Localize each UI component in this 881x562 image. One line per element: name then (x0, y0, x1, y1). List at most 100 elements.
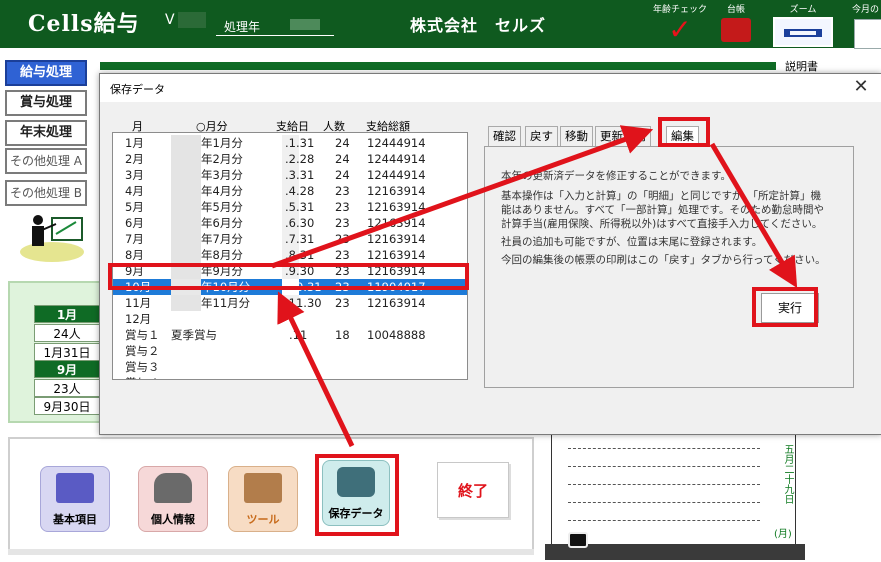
summary-month-1: 1月 (34, 305, 100, 323)
note-line (568, 448, 760, 449)
list-item[interactable]: 賞与４ (113, 375, 467, 379)
list-item[interactable]: 11月 年11月分 .11.30 23 12163914 (113, 295, 467, 311)
list-pay-date: .2.28 (285, 152, 315, 166)
weekday-label: (月) (774, 529, 792, 540)
list-item[interactable]: 3月 年3月分 .3.31 24 12444914 (113, 167, 467, 183)
tools-button[interactable]: ツール (228, 466, 298, 532)
list-item[interactable]: 賞与１ 夏季賞与 .11 18 10048888 (113, 327, 467, 343)
list-total: 12163914 (367, 200, 426, 214)
highlight-edit-tab (658, 117, 710, 147)
list-total: 12163914 (367, 216, 426, 230)
year-redacted (171, 135, 201, 151)
sidebar-other-processing-a[interactable]: その他処理 A (5, 148, 87, 174)
personal-info-button[interactable]: 個人情報 (138, 466, 208, 532)
list-item[interactable]: 賞与２ (113, 343, 467, 359)
month-summary-panel: 1月 24人 1月31日 9月 23人 9月30日 (8, 281, 102, 423)
list-item[interactable]: 6月 年6月分 .6.30 23 12163914 (113, 215, 467, 231)
sidebar-year-end-processing[interactable]: 年末処理 (5, 120, 87, 146)
list-month: 賞与３ (125, 360, 160, 374)
sidebar-bonus-processing[interactable]: 賞与処理 (5, 90, 87, 116)
highlight-run-button (752, 287, 818, 327)
list-pay-date: .11 (289, 328, 308, 342)
dialog-titlebar: 保存データ ✕ (100, 74, 881, 102)
close-icon[interactable]: ✕ (849, 76, 873, 98)
list-item[interactable]: 12月 (113, 311, 467, 327)
processing-year-redacted (290, 19, 320, 30)
list-period: 年8月分 (201, 248, 243, 262)
edit-desc-1: 本年の更新済データを修正することができます。 (501, 170, 731, 182)
list-period: 年6月分 (201, 216, 243, 230)
list-people: 23 (335, 232, 350, 246)
list-period: 年11月分 (201, 296, 251, 310)
age-check-button[interactable]: 年齢チェック ✓ (650, 2, 710, 45)
summary-people-1: 24人 (34, 324, 100, 342)
highlight-saved-data (315, 454, 399, 536)
sidebar-other-processing-b[interactable]: その他処理 B (5, 180, 87, 206)
list-item[interactable]: 4月 年4月分 .4.28 23 12163914 (113, 183, 467, 199)
tab-move[interactable]: 移動 (560, 126, 593, 146)
list-people: 24 (335, 152, 350, 166)
list-month: 8月 (125, 248, 144, 262)
list-pay-date: .4.28 (285, 184, 315, 198)
list-pay-date: .6.30 (285, 216, 315, 230)
highlight-selected-row (108, 263, 469, 290)
year-redacted (171, 215, 201, 231)
year-redacted (171, 183, 201, 199)
list-people: 23 (335, 296, 350, 310)
calendar-icon (854, 19, 881, 49)
end-button[interactable]: 終了 (437, 462, 509, 518)
list-total: 12163914 (367, 248, 426, 262)
edit-tab-panel: 本年の更新済データを修正することができます。 基本操作は「入力と計算」の「明細」… (484, 146, 854, 388)
notes-scroll-thumb[interactable] (568, 532, 588, 548)
list-total: 12444914 (367, 168, 426, 182)
list-month: 3月 (125, 168, 144, 182)
list-people: 24 (335, 168, 350, 182)
zoom-button[interactable]: ズーム (772, 2, 834, 47)
list-period: 年1月分 (201, 136, 243, 150)
checkmark-icon: ✓ (668, 13, 692, 46)
list-period: 夏季賞与 (171, 328, 217, 342)
list-people: 18 (335, 328, 350, 342)
list-header-row: 月 ○月分 支給日 人数 支給総額 (118, 118, 478, 133)
basic-items-button[interactable]: 基本項目 (40, 466, 110, 532)
calendar-label: 今月の (852, 5, 880, 15)
personal-info-label: 個人情報 (151, 513, 195, 526)
manual-link[interactable]: 説明書 (785, 58, 818, 74)
list-total: 10048888 (367, 328, 426, 342)
edit-desc-3: 社員の追加も可能ですが、位置は末尾に登録されます。 (501, 236, 763, 248)
tab-confirm[interactable]: 確認 (488, 126, 521, 146)
year-redacted (171, 199, 201, 215)
summary-people-2: 23人 (34, 379, 100, 397)
app-title: Cells給与 (28, 11, 140, 37)
edit-desc-4: 今回の編集後の帳票の印刷はこの「戻す」タブから行ってください。 (501, 254, 826, 266)
list-item[interactable]: 2月 年2月分 .2.28 24 12444914 (113, 151, 467, 167)
year-redacted (171, 167, 201, 183)
saved-data-dialog: 保存データ ✕ 月 ○月分 支給日 人数 支給総額 1月 年1月分 .1.31 24 1… (99, 73, 881, 435)
saved-data-list[interactable]: 1月 年1月分 .1.31 24 12444914 2月 年2月分 .2.28 24 124449… (112, 132, 468, 380)
summary-date-2: 9月30日 (34, 397, 100, 415)
list-item[interactable]: 8月 年8月分 .8.31 23 12163914 (113, 247, 467, 263)
tab-update-cancel[interactable]: 更新取消 (595, 126, 651, 146)
note-line (568, 466, 760, 467)
sidebar-salary-processing[interactable]: 給与処理 (5, 60, 87, 86)
green-divider (100, 62, 776, 70)
dialog-title: 保存データ (110, 83, 165, 96)
tab-restore[interactable]: 戻す (525, 126, 558, 146)
list-pay-date: .5.31 (285, 200, 315, 214)
list-month: 4月 (125, 184, 144, 198)
list-month: 2月 (125, 152, 144, 166)
edit-desc-2: 基本操作は「入力と計算」の「明細」と同じですが、「所定計算」機能はありません。す… (501, 190, 824, 230)
list-people: 24 (335, 136, 350, 150)
list-month: 12月 (125, 312, 152, 326)
calendar-button[interactable]: 今月の (848, 2, 881, 49)
list-item[interactable]: 1月 年1月分 .1.31 24 12444914 (113, 135, 467, 151)
company-name: 株式会社 セルズ (410, 16, 547, 35)
list-period: 年7月分 (201, 232, 243, 246)
ledger-button[interactable]: 台帳 (716, 2, 756, 42)
list-item[interactable]: 7月 年7月分 .7.31 23 12163914 (113, 231, 467, 247)
list-period: 年3月分 (201, 168, 243, 182)
list-item[interactable]: 5月 年5月分 .5.31 23 12163914 (113, 199, 467, 215)
basic-items-label: 基本項目 (53, 513, 97, 526)
list-total: 12163914 (367, 184, 426, 198)
list-item[interactable]: 賞与３ (113, 359, 467, 375)
